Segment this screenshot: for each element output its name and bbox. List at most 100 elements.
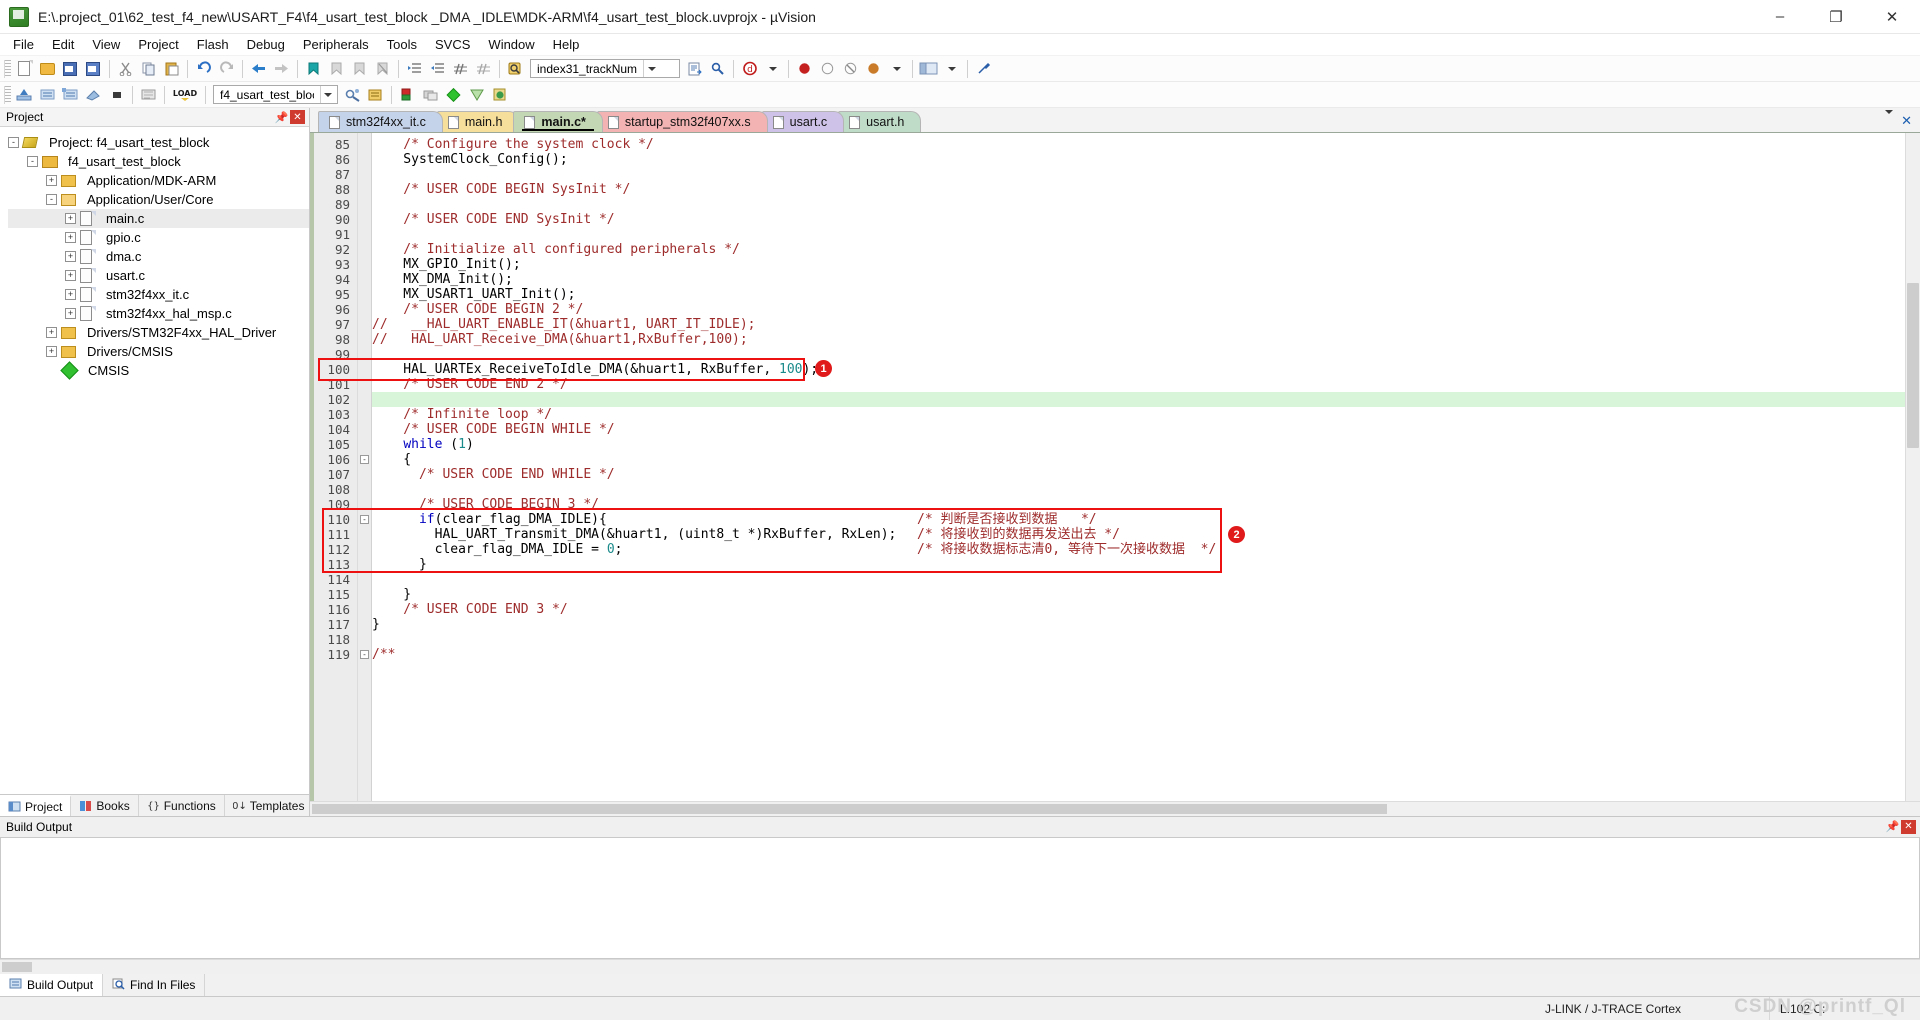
new-file-icon[interactable] xyxy=(13,58,36,80)
editor-tab[interactable]: main.h xyxy=(436,111,520,132)
close-icon[interactable]: ✕ xyxy=(1901,113,1912,129)
tree-expander[interactable]: + xyxy=(65,232,76,243)
tree-item[interactable]: + stm32f4xx_it.c xyxy=(8,285,309,304)
debug-dropdown-icon[interactable] xyxy=(761,58,784,80)
paste-icon[interactable] xyxy=(160,58,183,80)
tree-item[interactable]: + gpio.c xyxy=(8,228,309,247)
function-combo[interactable]: index31_trackNum xyxy=(530,59,680,78)
uncomment-icon[interactable] xyxy=(472,58,495,80)
code-editor[interactable]: 85 86 87 88 89 90 91 92 93 94 95 96 97 98 99 100 101 102 1… xyxy=(310,132,1920,801)
tree-item[interactable]: - Application/User/Core xyxy=(8,190,309,209)
tree-expander[interactable]: + xyxy=(65,289,76,300)
tree-expander[interactable]: + xyxy=(65,213,76,224)
code-line[interactable] xyxy=(372,227,1905,242)
tree-expander[interactable]: - xyxy=(46,194,57,205)
code-line[interactable]: /* Infinite loop */ xyxy=(372,407,1905,422)
panel-tab-templates[interactable]: 0↓ Templates xyxy=(225,795,314,816)
cut-icon[interactable] xyxy=(114,58,137,80)
scrollbar-thumb[interactable] xyxy=(2,962,32,972)
menu-edit[interactable]: Edit xyxy=(43,34,83,55)
bookmark-next-icon[interactable] xyxy=(348,58,371,80)
tree-expander[interactable]: + xyxy=(46,175,57,186)
bookmark-toggle-icon[interactable] xyxy=(302,58,325,80)
editor-vertical-scrollbar[interactable] xyxy=(1905,133,1920,801)
menu-flash[interactable]: Flash xyxy=(188,34,238,55)
editor-horizontal-scrollbar[interactable] xyxy=(310,801,1920,816)
code-line[interactable]: MX_GPIO_Init(); xyxy=(372,257,1905,272)
tree-expander[interactable]: + xyxy=(46,327,57,338)
outdent-icon[interactable] xyxy=(426,58,449,80)
code-line[interactable] xyxy=(372,482,1905,497)
pack-installer-icon[interactable] xyxy=(396,84,419,106)
tree-item[interactable]: - Project: f4_usart_test_block xyxy=(8,133,309,152)
comment-icon[interactable] xyxy=(449,58,472,80)
project-tree[interactable]: - Project: f4_usart_test_block - f4_usart_t… xyxy=(0,127,309,794)
tree-item[interactable]: CMSIS xyxy=(8,361,309,380)
tree-item[interactable]: + Application/MDK-ARM xyxy=(8,171,309,190)
fold-marker[interactable]: - xyxy=(358,647,371,662)
toolbar-grip[interactable] xyxy=(4,59,11,78)
minimize-button[interactable]: – xyxy=(1752,0,1808,34)
bookmark-prev-icon[interactable] xyxy=(325,58,348,80)
panel-tab-functions[interactable]: {} Functions xyxy=(139,795,225,816)
code-line[interactable]: { xyxy=(372,452,1905,467)
code-line[interactable]: // __HAL_UART_ENABLE_IT(&huart1, UART_IT… xyxy=(372,317,1905,332)
kill-breakpoints-icon[interactable] xyxy=(839,58,862,80)
code-line[interactable]: // HAL_UART_Receive_DMA(&huart1,RxBuffer… xyxy=(372,332,1905,347)
scrollbar-thumb[interactable] xyxy=(1907,283,1919,448)
menu-project[interactable]: Project xyxy=(129,34,187,55)
panel-tab-project[interactable]: Project xyxy=(0,795,72,816)
fold-marker[interactable]: - xyxy=(358,512,371,527)
tree-expander[interactable]: + xyxy=(65,270,76,281)
layout-dropdown-icon[interactable] xyxy=(940,58,963,80)
tab-build-output[interactable]: Build Output xyxy=(0,974,104,996)
code-line[interactable]: /* USER CODE END WHILE */ xyxy=(372,467,1905,482)
tree-item[interactable]: + stm32f4xx_hal_msp.c xyxy=(8,304,309,323)
save-icon[interactable] xyxy=(59,58,82,80)
tree-expander[interactable]: - xyxy=(27,156,38,167)
tree-expander[interactable]: + xyxy=(65,251,76,262)
code-line[interactable]: /* Initialize all configured peripherals… xyxy=(372,242,1905,257)
cmsis-pack-icon[interactable] xyxy=(488,84,511,106)
forward-icon[interactable] xyxy=(270,58,293,80)
code-line[interactable]: clear_flag_DMA_IDLE = 0;/* 将接收数据标志清0, 等待… xyxy=(372,542,1905,557)
editor-tab[interactable]: stm32f4xx_it.c xyxy=(318,111,443,132)
code-line[interactable] xyxy=(372,167,1905,182)
undo-icon[interactable] xyxy=(192,58,215,80)
menu-file[interactable]: File xyxy=(4,34,43,55)
chevron-down-icon[interactable] xyxy=(320,86,335,103)
menu-window[interactable]: Window xyxy=(479,34,543,55)
translate-icon[interactable] xyxy=(82,84,105,106)
code-line[interactable]: /** xyxy=(372,647,1905,662)
code-line[interactable] xyxy=(372,632,1905,647)
code-folding-column[interactable]: - - - xyxy=(358,133,372,801)
code-line[interactable]: if(clear_flag_DMA_IDLE){/* 判断是否接收到数据 */ xyxy=(372,512,1905,527)
debug-icon[interactable]: d xyxy=(738,58,761,80)
build-output-text[interactable] xyxy=(0,837,1920,959)
code-line[interactable]: /* USER CODE BEGIN WHILE */ xyxy=(372,422,1905,437)
chevron-down-icon[interactable] xyxy=(643,60,659,77)
close-button[interactable]: ✕ xyxy=(1864,0,1920,34)
code-line[interactable]: /* USER CODE BEGIN 3 */ xyxy=(372,497,1905,512)
tree-expander[interactable]: + xyxy=(46,346,57,357)
tab-find-in-files[interactable]: Find In Files xyxy=(103,974,206,996)
breakpoints-dropdown-icon[interactable] xyxy=(885,58,908,80)
tree-item[interactable]: + Drivers/STM32F4xx_HAL_Driver xyxy=(8,323,309,342)
load-icon[interactable]: LOAD xyxy=(169,84,201,106)
code-line[interactable]: } xyxy=(372,557,1905,572)
disable-breakpoint-icon[interactable] xyxy=(816,58,839,80)
tree-item[interactable]: + dma.c xyxy=(8,247,309,266)
toolbar-grip[interactable] xyxy=(4,85,11,104)
copy-icon[interactable] xyxy=(137,58,160,80)
code-line[interactable]: /* USER CODE END 2 */ xyxy=(372,377,1905,392)
editor-tab[interactable]: main.c* xyxy=(513,111,603,132)
code-line[interactable]: } xyxy=(372,587,1905,602)
indent-icon[interactable] xyxy=(403,58,426,80)
panel-tab-books[interactable]: Books xyxy=(71,795,139,816)
editor-tab[interactable]: startup_stm32f407xx.s xyxy=(596,111,768,132)
software-packs-icon[interactable] xyxy=(465,84,488,106)
tree-item[interactable]: + Drivers/CMSIS xyxy=(8,342,309,361)
code-line[interactable]: MX_DMA_Init(); xyxy=(372,272,1905,287)
menu-tools[interactable]: Tools xyxy=(378,34,426,55)
menu-help[interactable]: Help xyxy=(544,34,589,55)
